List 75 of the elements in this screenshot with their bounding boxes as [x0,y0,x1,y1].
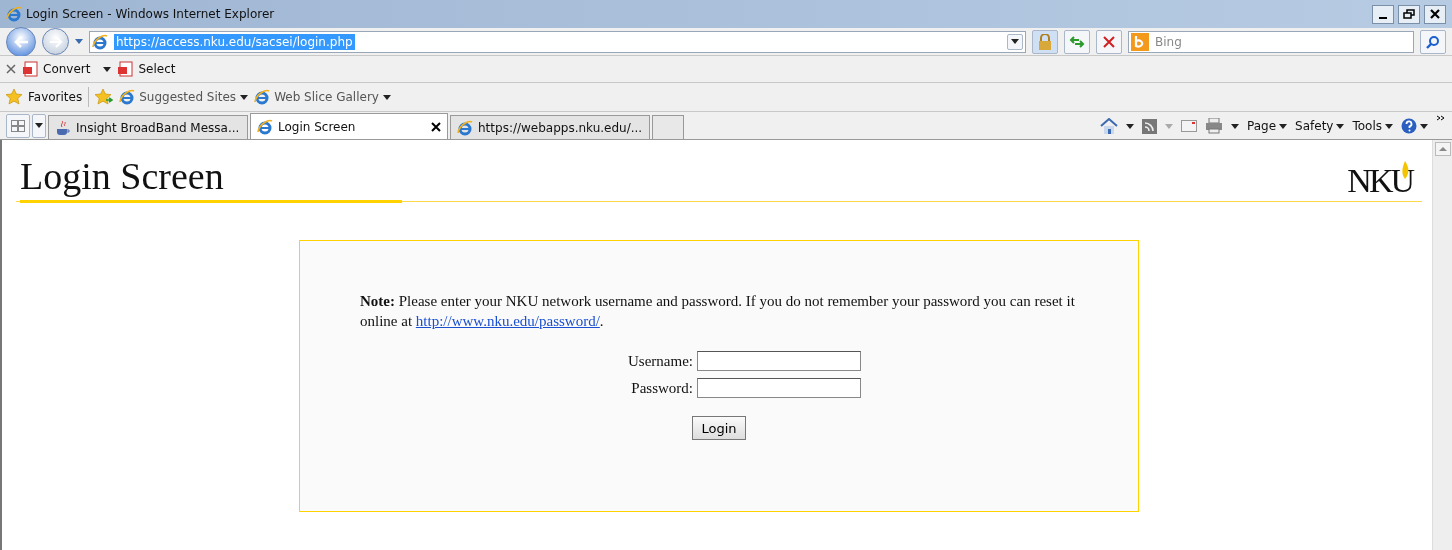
caret-icon[interactable] [1385,123,1393,129]
padlock-icon[interactable] [1032,29,1058,54]
minimize-button[interactable] [1372,4,1394,24]
forward-button[interactable] [42,28,69,55]
menu-button[interactable]: Page [1247,119,1288,133]
favorites-link[interactable]: Suggested Sites [119,89,249,105]
grid-icon [11,119,25,132]
favorites-button[interactable]: Favorites [6,89,83,105]
close-tab-icon[interactable] [431,121,441,132]
caret-icon[interactable] [1011,39,1019,44]
browser-tab[interactable]: https://webapps.nku.edu/... [450,115,650,139]
caret-icon[interactable] [1126,123,1134,129]
browser-icon [119,89,136,105]
note-text: Note: Please enter your NKU network username and password. If you do not remember your password you can reset it online at http://www.nku.edu/password/. [360,292,1076,331]
search-icon [1426,34,1440,49]
home-icon[interactable] [1100,118,1118,134]
help-icon [1401,118,1417,134]
feed-icon[interactable] [1142,118,1157,134]
close-button[interactable] [1424,4,1446,24]
password-link[interactable]: http://www.nku.edu/password/ [415,313,600,329]
dropdown-button[interactable] [1007,33,1023,50]
search-field[interactable]: Bing [1128,30,1414,53]
menu-button[interactable]: Tools [1352,119,1393,133]
input-field[interactable] [697,351,861,371]
caret-icon[interactable] [1231,123,1239,129]
refresh-icon [1069,34,1085,49]
toolbar-button[interactable]: Select [117,61,176,77]
star-icon[interactable] [6,89,24,105]
window-title: Login Screen - Windows Internet Explorer [26,7,276,21]
browser-icon [257,118,273,135]
page-heading: Login Screen [20,154,402,203]
field-label: Username: [627,352,693,370]
back-arrow-icon [13,34,29,49]
logo: NKU [1347,161,1414,201]
pdf-icon [117,61,136,77]
restore-icon [1403,9,1415,19]
input-field[interactable] [697,378,861,398]
favorites-link[interactable]: Web Slice Gallery [254,89,391,105]
browser-icon [457,119,473,136]
mail-icon[interactable] [1181,120,1197,132]
toolbar-button[interactable]: Convert [22,61,112,77]
minimize-icon [1379,17,1387,19]
search-button[interactable] [1420,29,1446,54]
browser-tab[interactable]: Insight BroadBand Messa... [48,115,248,139]
close-icon[interactable] [6,64,16,74]
scrollbar[interactable] [1432,140,1452,550]
printer-icon[interactable] [1205,118,1223,134]
back-button[interactable] [6,26,36,57]
menu-button[interactable]: Safety [1295,119,1345,133]
stop-icon [1103,35,1115,48]
caret-icon[interactable] [1336,123,1345,129]
caret-icon[interactable] [382,94,391,100]
caret-icon[interactable] [1279,123,1288,129]
browser-tab[interactable]: Login Screen [250,113,448,139]
browser-icon [254,89,271,105]
caret-icon[interactable] [240,94,249,100]
caret-icon[interactable] [1420,123,1428,129]
tab-list-button[interactable] [32,113,46,138]
forward-arrow-icon [48,35,63,48]
browser-icon [6,6,22,22]
login-button[interactable]: Login [692,416,746,440]
caret-icon[interactable] [103,66,112,72]
field-label: Password: [630,379,693,397]
add-favorite-icon[interactable] [95,89,114,105]
pdf-icon [22,61,40,77]
stop-button[interactable] [1096,29,1122,54]
close-icon [1430,9,1440,19]
restore-button[interactable] [1398,4,1420,24]
refresh-button[interactable] [1064,29,1090,54]
scroll-up-icon[interactable] [1434,142,1451,156]
search-engine-icon [1131,32,1149,51]
help-button[interactable] [1401,118,1428,134]
caret-icon[interactable] [35,123,43,128]
coffee-cup-icon [55,119,71,136]
browser-icon [92,33,108,50]
